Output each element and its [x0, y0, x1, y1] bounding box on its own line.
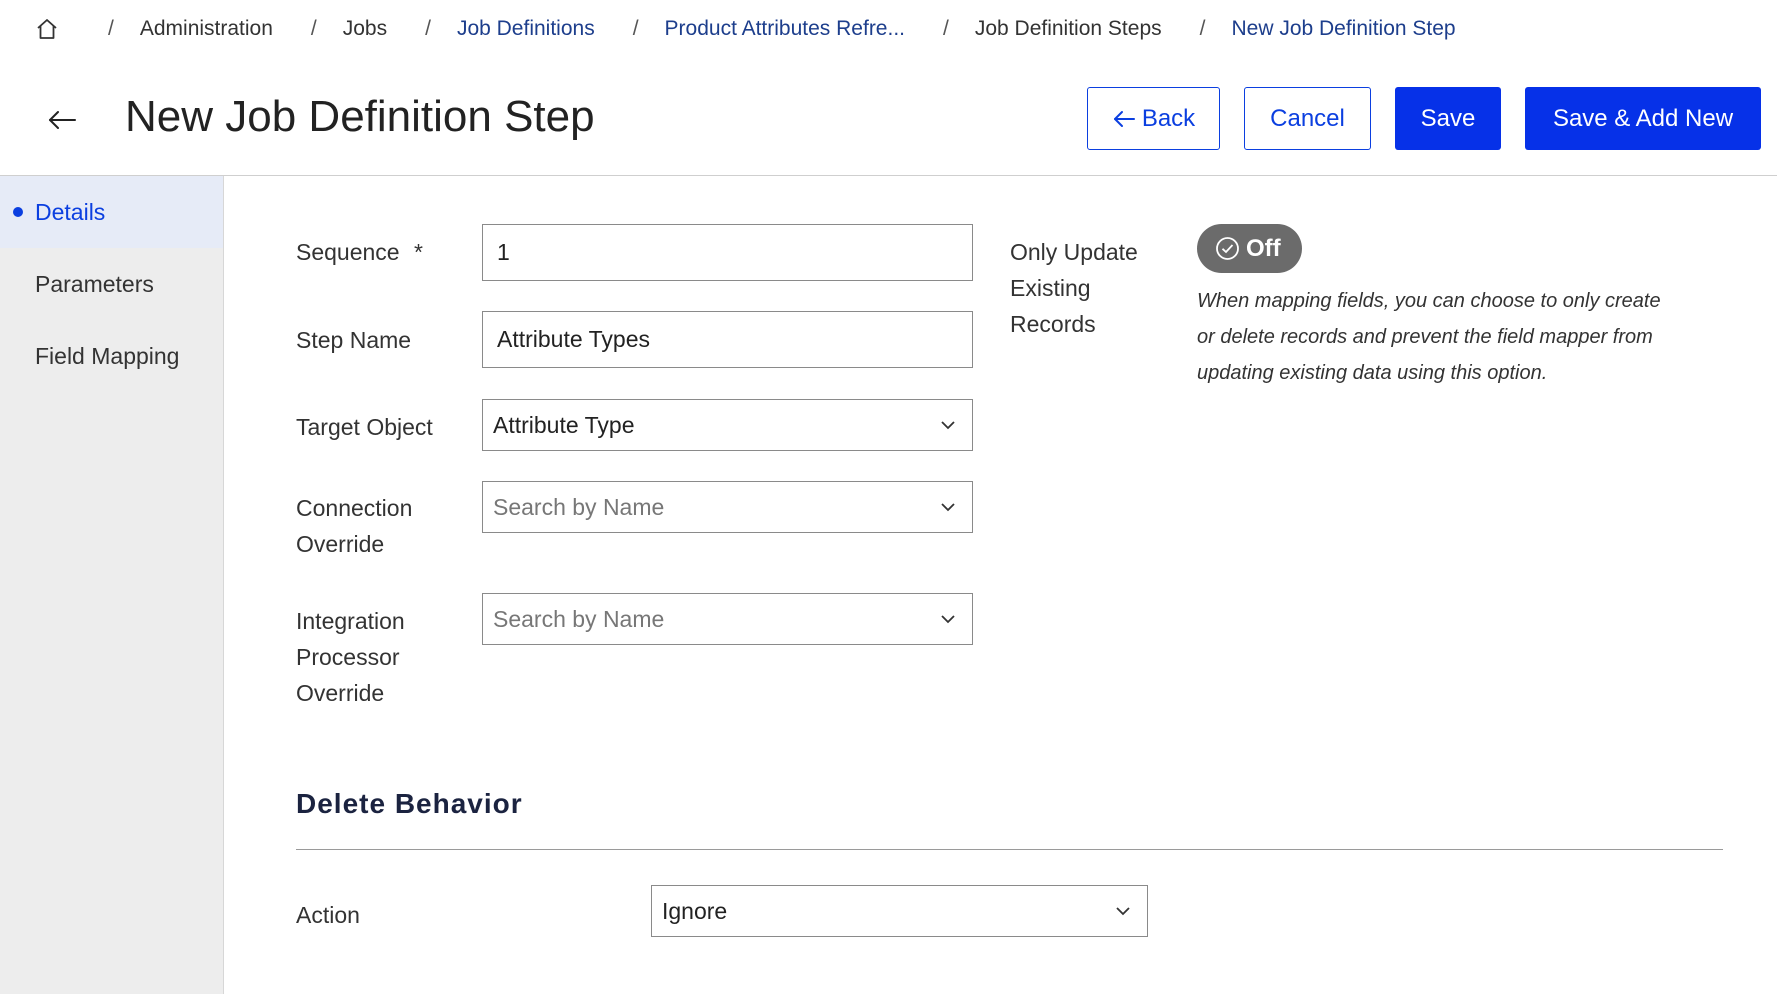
integration-processor-override-select[interactable]: Search by Name [482, 593, 973, 645]
required-marker: * [413, 239, 423, 265]
save-and-add-new-button[interactable]: Save & Add New [1525, 87, 1761, 150]
target-object-label: Target Object [296, 414, 433, 440]
label-line: Processor [296, 644, 400, 670]
target-object-select[interactable]: Attribute Type [482, 399, 973, 451]
active-indicator-dot [13, 207, 23, 217]
step-name-input[interactable]: Attribute Types [482, 311, 973, 368]
help-line: When mapping fields, you can choose to o… [1197, 290, 1661, 312]
save-button[interactable]: Save [1395, 87, 1501, 150]
breadcrumb-separator: / [425, 17, 431, 40]
sidebar: Details Parameters Field Mapping [0, 176, 224, 994]
sidebar-item-label: Details [35, 198, 106, 225]
breadcrumb-product-attributes[interactable]: Product Attributes Refre... [665, 17, 905, 41]
label-line: Integration [296, 608, 405, 634]
breadcrumb-administration[interactable]: Administration [140, 17, 273, 41]
back-button-label: Back [1141, 104, 1196, 132]
breadcrumb-job-definition-steps[interactable]: Job Definition Steps [975, 17, 1162, 41]
sequence-input[interactable]: 1 [482, 224, 973, 281]
label-line: Only Update [1010, 239, 1138, 265]
sidebar-item-parameters[interactable]: Parameters [0, 248, 223, 320]
sidebar-item-field-mapping[interactable]: Field Mapping [0, 320, 223, 392]
connection-override-label: Connection Override [296, 490, 412, 562]
target-object-value: Attribute Type [493, 411, 635, 438]
app-root: / Administration / Jobs / Job Definition… [0, 0, 1777, 994]
integration-processor-placeholder: Search by Name [493, 605, 665, 632]
breadcrumb-separator: / [108, 17, 114, 40]
breadcrumb-current: New Job Definition Step [1231, 17, 1456, 40]
chevron-down-icon [940, 417, 956, 433]
label-line: Records [1010, 311, 1096, 337]
sidebar-item-label: Field Mapping [35, 342, 180, 369]
sequence-label: Sequence * [296, 234, 423, 270]
breadcrumb-job-definitions[interactable]: Job Definitions [457, 17, 595, 41]
page-header: New Job Definition Step Back Cancel Save… [0, 80, 1777, 176]
action-select-value: Ignore [662, 897, 728, 924]
step-name-label: Step Name [296, 327, 412, 353]
connection-override-placeholder: Search by Name [493, 493, 665, 520]
sidebar-item-label: Parameters [35, 270, 154, 297]
sequence-label-text: Sequence [296, 239, 400, 265]
help-line: updating existing data using this option… [1197, 362, 1548, 384]
integration-processor-override-label: Integration Processor Override [296, 603, 405, 711]
cancel-button[interactable]: Cancel [1244, 87, 1371, 150]
only-update-existing-label: Only Update Existing Records [1010, 234, 1138, 342]
toggle-state-label: Off [1246, 234, 1281, 262]
arrow-left-icon [1112, 109, 1136, 129]
breadcrumb-separator: / [943, 17, 949, 40]
label-line: Existing [1010, 275, 1091, 301]
delete-behavior-heading: Delete Behavior [296, 788, 523, 819]
check-circle-icon [1215, 236, 1240, 261]
back-arrow-icon[interactable] [44, 102, 80, 138]
label-line: Connection [296, 495, 413, 521]
chevron-down-icon [940, 499, 956, 515]
sidebar-item-details[interactable]: Details [0, 176, 223, 248]
breadcrumb: / Administration / Jobs / Job Definition… [34, 12, 1456, 46]
back-button[interactable]: Back [1087, 87, 1220, 150]
label-line: Override [296, 531, 385, 557]
connection-override-select[interactable]: Search by Name [482, 481, 973, 533]
breadcrumb-jobs[interactable]: Jobs [343, 17, 387, 41]
breadcrumb-separator: / [632, 17, 639, 40]
chevron-down-icon [940, 611, 956, 627]
only-update-help-text: When mapping fields, you can choose to o… [1197, 283, 1697, 391]
action-label: Action [296, 902, 360, 928]
page-title: New Job Definition Step [125, 92, 595, 141]
help-line: or delete records and prevent the field … [1197, 326, 1653, 348]
header-divider [0, 175, 1777, 176]
breadcrumb-separator: / [310, 17, 317, 40]
chevron-down-icon [1115, 903, 1131, 919]
label-line: Override [296, 680, 385, 706]
section-divider [296, 849, 1723, 850]
only-update-existing-toggle[interactable]: Off [1197, 224, 1302, 273]
breadcrumb-separator: / [1199, 17, 1206, 40]
action-select[interactable]: Ignore [651, 885, 1148, 937]
home-icon[interactable] [34, 16, 60, 42]
